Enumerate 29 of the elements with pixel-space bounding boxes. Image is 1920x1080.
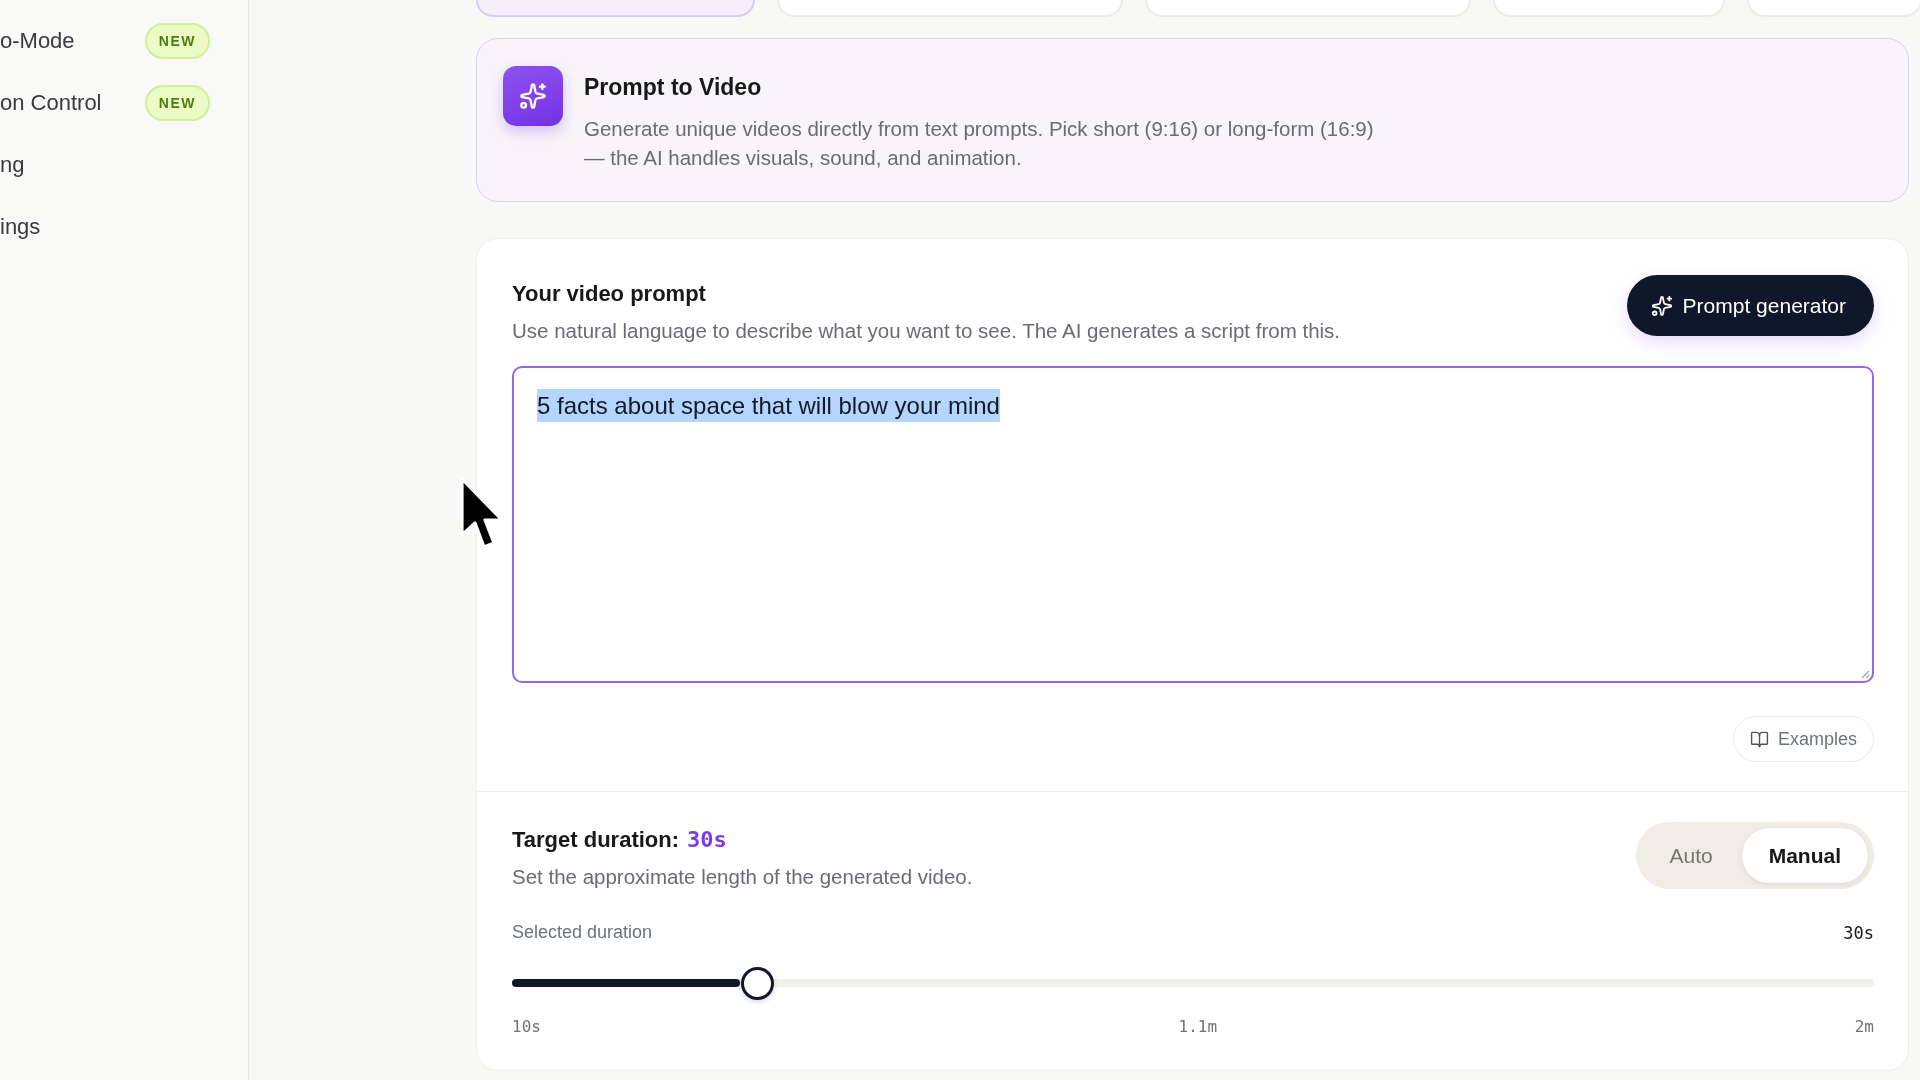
tick-label: 2m bbox=[1854, 1017, 1874, 1036]
mode-option[interactable]: Auto bbox=[1642, 828, 1740, 883]
sidebar-item[interactable]: ng bbox=[0, 152, 25, 178]
sidebar-item[interactable]: o-Mode bbox=[0, 28, 75, 54]
book-icon bbox=[1749, 729, 1769, 749]
prompt-title: Your video prompt bbox=[512, 280, 706, 308]
mode-tab[interactable] bbox=[476, 0, 755, 17]
info-description: Generate unique videos directly from text prompts. Pick short (9:16) or long-form (16:9) — the AI handles visuals, sound, and animation. bbox=[584, 116, 1375, 171]
new-badge: NEW bbox=[144, 85, 210, 121]
slider-label: Selected duration bbox=[512, 922, 653, 943]
new-badge: NEW bbox=[144, 23, 210, 59]
sidebar-item[interactable]: on Control bbox=[0, 90, 102, 116]
slider-reading: 30s bbox=[1843, 922, 1874, 943]
tick-label: 10s bbox=[512, 1017, 541, 1036]
examples-button[interactable]: Examples bbox=[1732, 716, 1874, 762]
resize-grip-icon[interactable] bbox=[1860, 669, 1870, 679]
prompt-description: Use natural language to describe what you want to see. The AI generates a script from this. bbox=[512, 319, 1341, 343]
sidebar-item[interactable]: ings bbox=[0, 214, 41, 240]
slider-handle[interactable] bbox=[741, 967, 775, 1000]
sparkles-icon bbox=[1650, 294, 1673, 317]
duration-value: 30s bbox=[687, 826, 727, 854]
duration-title: Target duration: bbox=[512, 826, 680, 854]
info-title: Prompt to Video bbox=[584, 73, 763, 101]
tick-label: 1.1m bbox=[1178, 1017, 1218, 1036]
prompt-generator-button[interactable]: Prompt generator bbox=[1626, 275, 1874, 336]
mode-option[interactable]: Manual bbox=[1741, 828, 1868, 883]
prompt-input-field[interactable]: 5 facts about space that will blow your mind bbox=[512, 366, 1874, 683]
sparkles-icon bbox=[503, 66, 563, 126]
duration-description: Set the approximate length of the generated video. bbox=[512, 865, 973, 889]
